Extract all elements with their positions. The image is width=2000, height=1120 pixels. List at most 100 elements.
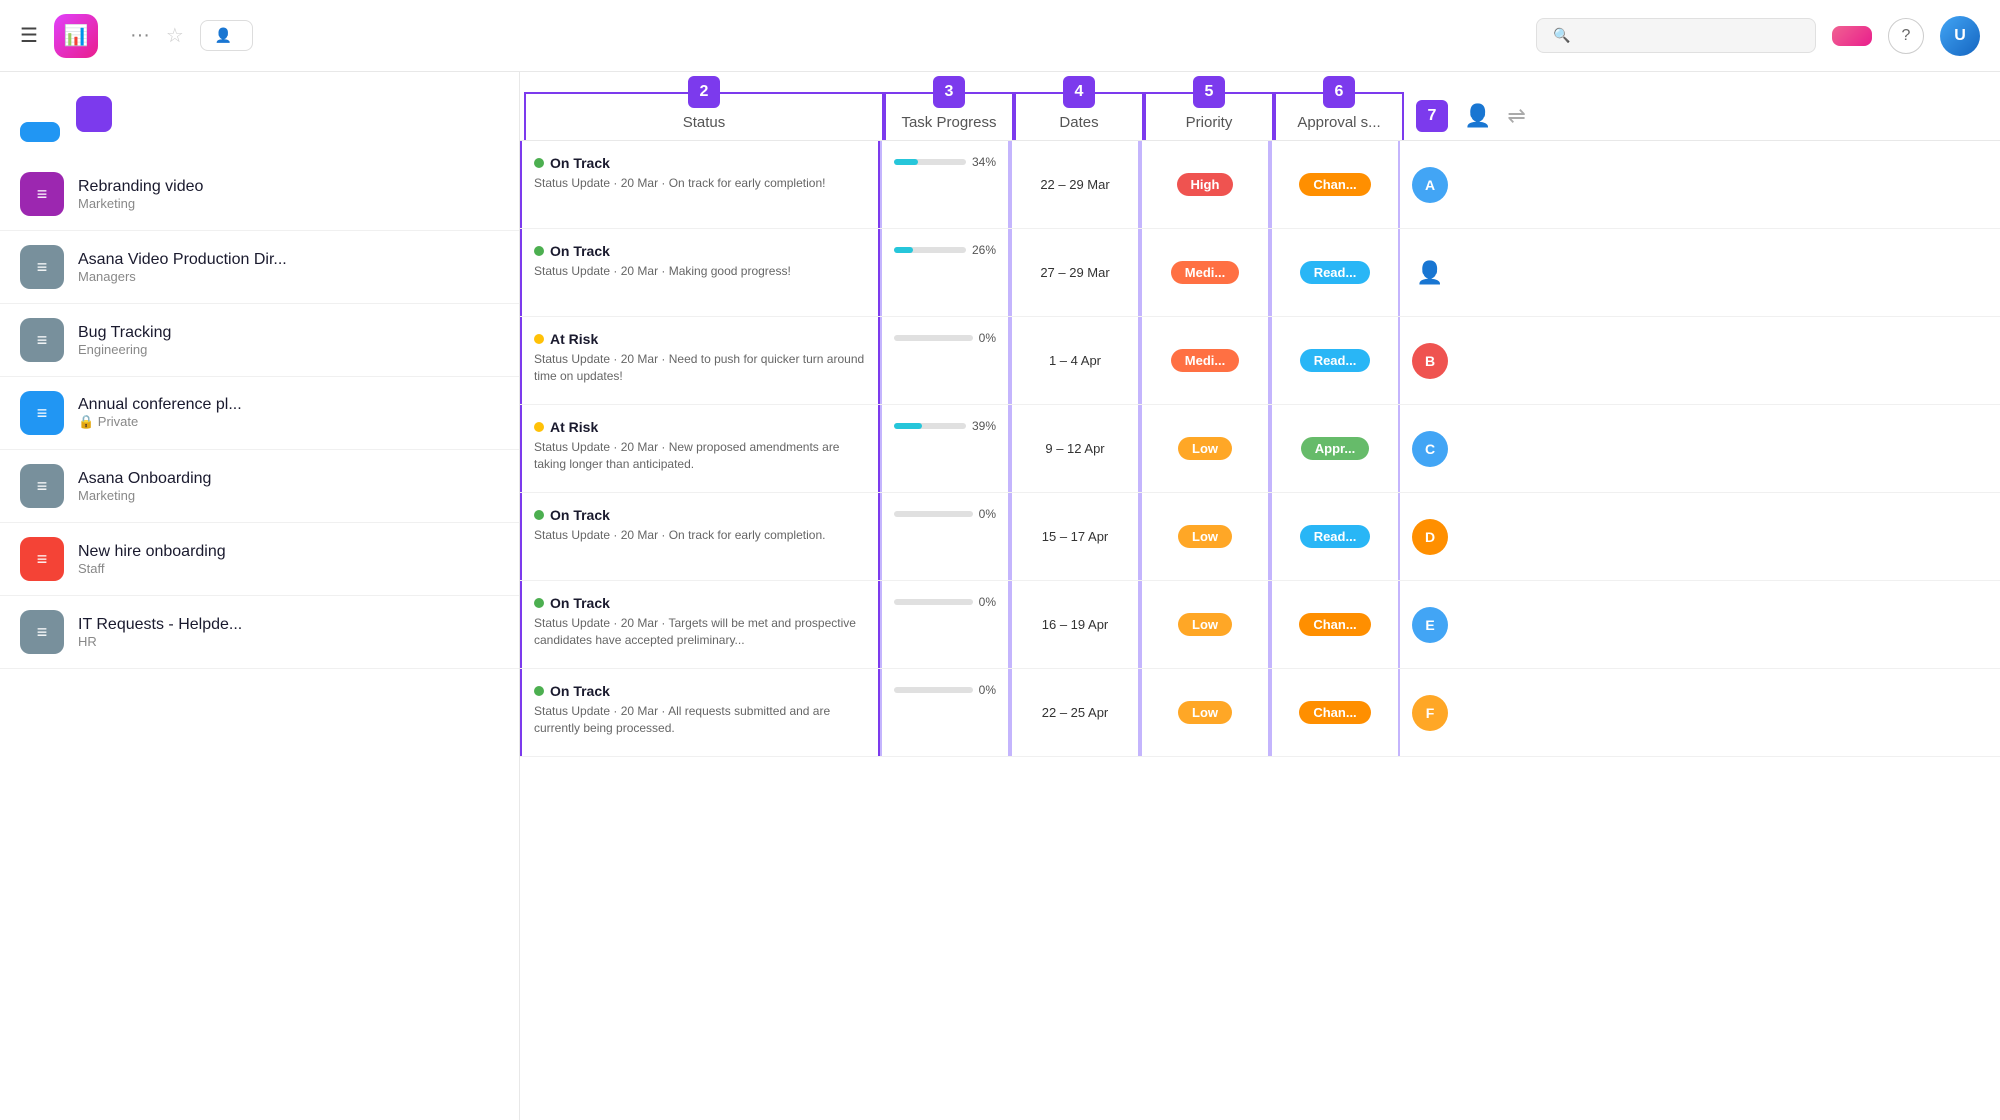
project-subtitle: 🔒 Private bbox=[78, 414, 242, 430]
table-row[interactable]: On Track Status Update · 20 Mar · On tra… bbox=[520, 493, 2000, 581]
cell-assignee: 👤 bbox=[1400, 229, 1460, 316]
cell-assignee: D bbox=[1400, 493, 1460, 580]
progress-bar-bg bbox=[894, 423, 966, 429]
search-bar[interactable]: 🔍 bbox=[1536, 18, 1816, 53]
progress-bar-bg bbox=[894, 599, 973, 605]
status-dot bbox=[534, 334, 544, 344]
status-type: At Risk bbox=[550, 419, 598, 435]
table-row[interactable]: On Track Status Update · 20 Mar · Making… bbox=[520, 229, 2000, 317]
cell-progress: 0% bbox=[880, 581, 1010, 668]
cell-status: On Track Status Update · 20 Mar · Making… bbox=[520, 229, 880, 316]
user-avatar[interactable]: U bbox=[1940, 16, 1980, 56]
cell-progress: 34% bbox=[880, 141, 1010, 228]
date-range: 9 – 12 Apr bbox=[1045, 441, 1104, 456]
status-desc: Status Update · 20 Mar · Making good pro… bbox=[534, 263, 791, 280]
status-desc: Status Update · 20 Mar · New proposed am… bbox=[534, 439, 866, 473]
project-subtitle: Managers bbox=[78, 269, 287, 284]
project-icon: ≡ bbox=[20, 391, 64, 435]
column-headers: 2 Status 3 Task Progress 4 Dates 5 Prior… bbox=[520, 72, 2000, 141]
date-range: 16 – 19 Apr bbox=[1042, 617, 1109, 632]
project-name: Asana Onboarding bbox=[78, 470, 211, 488]
cell-priority: Medi... bbox=[1140, 317, 1270, 404]
col-badge-7: 7 bbox=[1416, 100, 1448, 132]
project-name: IT Requests - Helpde... bbox=[78, 616, 242, 634]
sidebar-item-5[interactable]: ≡ Asana Onboarding Marketing bbox=[0, 450, 519, 523]
table-row[interactable]: At Risk Status Update · 20 Mar · New pro… bbox=[520, 405, 2000, 493]
sidebar-item-1[interactable]: ≡ Rebranding video Marketing bbox=[0, 158, 519, 231]
cell-assignee: F bbox=[1400, 669, 1460, 756]
cell-dates: 9 – 12 Apr bbox=[1010, 405, 1140, 492]
status-dot bbox=[534, 246, 544, 256]
sidebar-item-3[interactable]: ≡ Bug Tracking Engineering bbox=[0, 304, 519, 377]
cell-progress: 0% bbox=[880, 317, 1010, 404]
approval-badge: Chan... bbox=[1299, 701, 1370, 724]
progress-bar-bg bbox=[894, 511, 973, 517]
approval-badge: Read... bbox=[1300, 525, 1371, 548]
cell-approval: Chan... bbox=[1270, 669, 1400, 756]
sidebar-item-2[interactable]: ≡ Asana Video Production Dir... Managers bbox=[0, 231, 519, 304]
priority-badge: Low bbox=[1178, 437, 1232, 460]
approval-badge: Chan... bbox=[1299, 173, 1370, 196]
project-name: Rebranding video bbox=[78, 178, 203, 196]
cell-assignee: A bbox=[1400, 141, 1460, 228]
assignee-avatar: D bbox=[1412, 519, 1448, 555]
project-icon: ≡ bbox=[20, 318, 64, 362]
cell-assignee: C bbox=[1400, 405, 1460, 492]
progress-percent: 0% bbox=[979, 595, 996, 609]
app-icon: 📊 bbox=[54, 14, 98, 58]
sidebar-item-4[interactable]: ≡ Annual conference pl... 🔒 Private bbox=[0, 377, 519, 450]
date-range: 27 – 29 Mar bbox=[1040, 265, 1109, 280]
project-icon: ≡ bbox=[20, 537, 64, 581]
add-project-button[interactable] bbox=[20, 122, 60, 142]
sidebar-item-6[interactable]: ≡ New hire onboarding Staff bbox=[0, 523, 519, 596]
project-subtitle: Marketing bbox=[78, 488, 211, 503]
status-indicator: On Track bbox=[534, 683, 610, 699]
favorite-icon[interactable]: ☆ bbox=[166, 23, 184, 48]
cell-dates: 15 – 17 Apr bbox=[1010, 493, 1140, 580]
status-type: On Track bbox=[550, 155, 610, 171]
sidebar-project-list: ≡ Rebranding video Marketing ≡ Asana Vid… bbox=[0, 158, 519, 669]
assignee-avatar: F bbox=[1412, 695, 1448, 731]
cell-dates: 27 – 29 Mar bbox=[1010, 229, 1140, 316]
col-header-priority: 5 Priority bbox=[1144, 92, 1274, 140]
cell-status: On Track Status Update · 20 Mar · All re… bbox=[520, 669, 880, 756]
cell-priority: Low bbox=[1140, 405, 1270, 492]
status-desc: Status Update · 20 Mar · Targets will be… bbox=[534, 615, 866, 649]
sidebar-item-7[interactable]: ≡ IT Requests - Helpde... HR bbox=[0, 596, 519, 669]
main-layout: ≡ Rebranding video Marketing ≡ Asana Vid… bbox=[0, 72, 2000, 1120]
cell-assignee: E bbox=[1400, 581, 1460, 668]
col-badge-2: 2 bbox=[688, 76, 720, 108]
table-row[interactable]: On Track Status Update · 20 Mar · Target… bbox=[520, 581, 2000, 669]
approval-badge: Appr... bbox=[1301, 437, 1369, 460]
assignee-avatar: B bbox=[1412, 343, 1448, 379]
col-badge-5: 5 bbox=[1193, 76, 1225, 108]
cell-priority: Low bbox=[1140, 581, 1270, 668]
table-row[interactable]: On Track Status Update · 20 Mar · All re… bbox=[520, 669, 2000, 757]
priority-badge: Medi... bbox=[1171, 349, 1239, 372]
date-range: 15 – 17 Apr bbox=[1042, 529, 1109, 544]
project-subtitle: Engineering bbox=[78, 342, 171, 357]
new-button[interactable] bbox=[1832, 26, 1872, 46]
help-button[interactable]: ? bbox=[1888, 18, 1924, 54]
table-row[interactable]: On Track Status Update · 20 Mar · On tra… bbox=[520, 141, 2000, 229]
cell-approval: Read... bbox=[1270, 229, 1400, 316]
status-desc: Status Update · 20 Mar · Need to push fo… bbox=[534, 351, 866, 385]
col-header-status: 2 Status bbox=[524, 92, 884, 140]
assignee-icon: 👤 bbox=[1464, 103, 1491, 129]
project-icon: ≡ bbox=[20, 172, 64, 216]
more-options-icon[interactable]: ··· bbox=[130, 24, 150, 47]
sidebar-badge bbox=[76, 96, 112, 132]
status-dot bbox=[534, 422, 544, 432]
col-header-approval: 6 Approval s... bbox=[1274, 92, 1404, 140]
hamburger-menu[interactable]: ☰ bbox=[20, 23, 38, 48]
project-icon: ≡ bbox=[20, 464, 64, 508]
cell-progress: 39% bbox=[880, 405, 1010, 492]
table-row[interactable]: At Risk Status Update · 20 Mar · Need to… bbox=[520, 317, 2000, 405]
progress-percent: 39% bbox=[972, 419, 996, 433]
search-icon: 🔍 bbox=[1553, 27, 1570, 44]
share-button[interactable]: 👤 bbox=[200, 20, 253, 51]
project-name: Annual conference pl... bbox=[78, 396, 242, 414]
approval-badge: Chan... bbox=[1299, 613, 1370, 636]
project-name: New hire onboarding bbox=[78, 543, 226, 561]
progress-bar-fill bbox=[894, 247, 913, 253]
